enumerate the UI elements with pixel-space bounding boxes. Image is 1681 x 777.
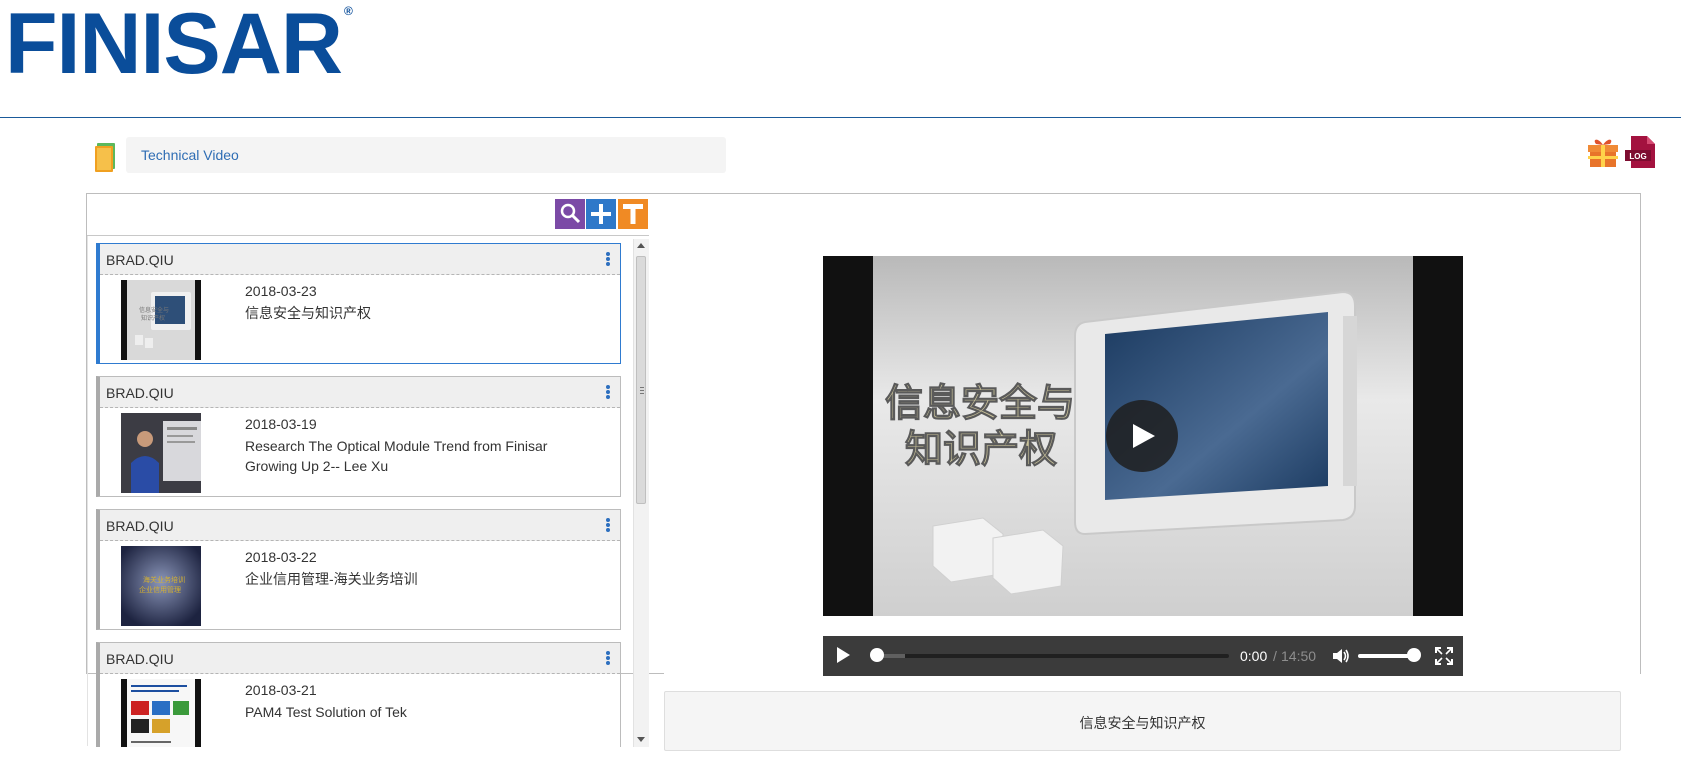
card-date: 2018-03-19 [245, 416, 317, 432]
big-play-icon[interactable] [1106, 400, 1178, 472]
frame-title-line2: 知识产权 [905, 426, 1057, 471]
more-options-icon[interactable] [606, 252, 610, 266]
video-player[interactable]: 信息安全与 知识产权 [823, 256, 1463, 616]
card-date: 2018-03-21 [245, 682, 317, 698]
time-separator: / [1273, 648, 1277, 664]
current-time: 0:00 [1240, 648, 1268, 664]
card-author: BRAD.QIU [106, 651, 174, 667]
toolbar-divider [87, 235, 649, 236]
more-options-icon[interactable] [606, 518, 610, 532]
card-date: 2018-03-23 [245, 283, 317, 299]
fullscreen-icon[interactable] [1435, 647, 1453, 665]
add-video-button[interactable] [586, 199, 616, 229]
card-header: BRAD.QIU [100, 510, 620, 541]
scrollbar-thumb[interactable] [636, 256, 646, 504]
svg-text:知识产权: 知识产权 [141, 314, 165, 322]
breadcrumb-label[interactable]: Technical Video [141, 147, 239, 163]
volume-handle[interactable] [1407, 648, 1421, 662]
video-thumbnail[interactable]: 海关业务培训 企业信用管理 [121, 546, 201, 626]
progress-bar[interactable] [876, 654, 1229, 658]
list-item[interactable]: BRAD.QIU 2018-03-21 PAM4 Test Solution o… [96, 642, 621, 747]
gift-icon[interactable] [1588, 137, 1618, 169]
card-title[interactable]: 信息安全与知识产权 [245, 303, 575, 323]
frame-title-line1: 信息安全与 [885, 380, 1075, 425]
search-icon[interactable] [555, 199, 585, 229]
video-thumbnail[interactable]: 信息安全与 知识产权 [121, 280, 201, 360]
thumb-caption: 海关业务培训 [143, 575, 185, 584]
svg-text:企业信用管理: 企业信用管理 [139, 585, 181, 594]
player-controls: 0:00 / 14:50 [823, 636, 1463, 676]
thumb-caption: 信息安全与 [139, 306, 169, 314]
breadcrumb: Technical Video [126, 137, 726, 173]
more-options-icon[interactable] [606, 651, 610, 665]
video-caption-box: 信息安全与知识产权 [664, 691, 1621, 751]
progress-handle[interactable] [870, 648, 884, 662]
volume-slider[interactable] [1358, 654, 1414, 658]
video-list: BRAD.QIU 信息安全与 知识产权 2018-03-23 信息安全与知识产权… [96, 243, 623, 747]
finisar-logo[interactable]: FINISAR ® [5, 1, 353, 109]
site-header: FINISAR ® [0, 0, 1681, 118]
card-date: 2018-03-22 [245, 549, 317, 565]
video-thumbnail[interactable] [121, 413, 201, 493]
play-icon[interactable] [837, 647, 850, 663]
card-title[interactable]: Research The Optical Module Trend from F… [245, 436, 575, 476]
log-label: LOG [1629, 152, 1646, 161]
list-item[interactable]: BRAD.QIU 海关业务培训 企业信用管理 2018-03-22 企业信用管理… [96, 509, 621, 630]
card-header: BRAD.QIU [100, 377, 620, 408]
video-thumbnail[interactable] [121, 679, 201, 747]
volume-icon[interactable] [1331, 647, 1351, 665]
card-header: BRAD.QIU [100, 244, 620, 275]
card-header: BRAD.QIU [100, 643, 620, 674]
duration: 14:50 [1281, 648, 1317, 664]
scroll-up-icon[interactable] [637, 243, 645, 248]
log-file-icon[interactable]: LOG [1625, 136, 1655, 168]
list-item[interactable]: BRAD.QIU 信息安全与 知识产权 2018-03-23 信息安全与知识产权 [96, 243, 621, 364]
card-title[interactable]: PAM4 Test Solution of Tek [245, 702, 575, 722]
book-icon [95, 143, 115, 172]
buffer-indicator [883, 654, 905, 658]
list-item[interactable]: BRAD.QIU 2018-03-19 Research The Optical… [96, 376, 621, 497]
video-caption: 信息安全与知识产权 [1079, 715, 1206, 731]
card-title[interactable]: 企业信用管理-海关业务培训 [245, 569, 575, 589]
scroll-down-icon[interactable] [637, 737, 645, 742]
text-t-icon[interactable] [618, 199, 648, 229]
card-author: BRAD.QIU [106, 385, 174, 401]
list-left-border [87, 236, 88, 746]
more-options-icon[interactable] [606, 385, 610, 399]
card-author: BRAD.QIU [106, 518, 174, 534]
grip-icon [640, 387, 644, 396]
card-author: BRAD.QIU [106, 252, 174, 268]
list-scrollbar[interactable] [633, 239, 649, 747]
